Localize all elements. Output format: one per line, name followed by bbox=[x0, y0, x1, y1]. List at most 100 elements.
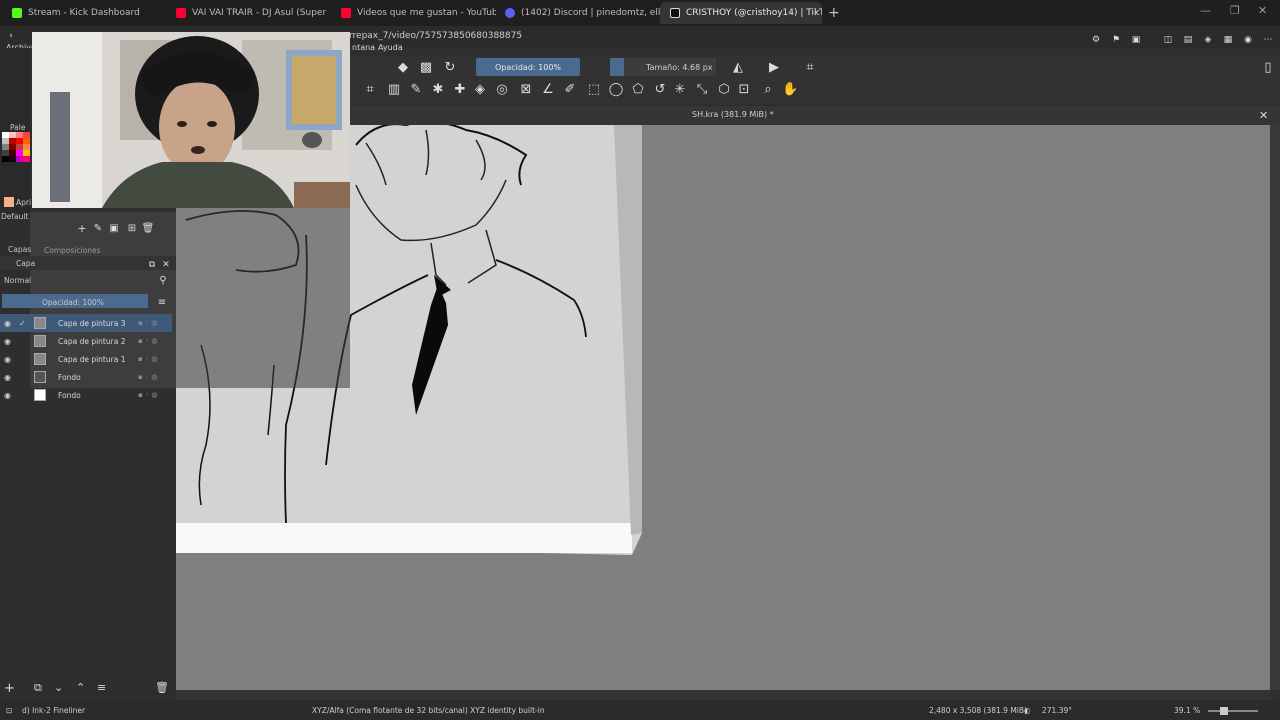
lock-icon[interactable]: ▪ ◦ ◍ bbox=[138, 355, 157, 363]
bucket-icon[interactable]: ◈ bbox=[472, 82, 488, 98]
crop-icon[interactable]: ⌗ bbox=[802, 60, 818, 76]
menu-ayuda[interactable]: Ayuda bbox=[378, 43, 403, 52]
layer-row[interactable]: ◉ Capa de pintura 1 ▪ ◦ ◍ bbox=[0, 350, 172, 368]
restore-button[interactable]: ❐ bbox=[1230, 4, 1240, 17]
eye-icon[interactable]: ◉ bbox=[4, 337, 14, 346]
blend-mode-select[interactable]: Normal bbox=[4, 276, 31, 285]
grid-icon[interactable]: ⊞ bbox=[124, 221, 140, 237]
delete-icon[interactable]: 🗑 bbox=[140, 221, 156, 237]
youtube-icon bbox=[341, 8, 351, 18]
eye-icon[interactable]: ◉ bbox=[4, 373, 14, 382]
add-layer-icon[interactable]: + bbox=[4, 681, 15, 696]
save-icon[interactable]: ▣ bbox=[106, 221, 122, 237]
layer-row[interactable]: ◉ ✓ Capa de pintura 3 ▪ ◦ ◍ bbox=[0, 314, 172, 332]
menu-ventana[interactable]: ntana bbox=[352, 43, 375, 52]
layer-name: Capa de pintura 2 bbox=[58, 336, 126, 346]
extension-icon[interactable]: ▣ bbox=[1128, 32, 1144, 48]
size-slider[interactable]: Tamaño: 4.68 px bbox=[610, 58, 716, 76]
rect-select-icon[interactable]: ⬚ bbox=[586, 82, 602, 98]
move-down-icon[interactable]: ⌄ bbox=[54, 681, 63, 694]
back-icon[interactable]: ‹ bbox=[6, 31, 16, 41]
smart-patch-icon[interactable]: ✱ bbox=[430, 82, 446, 98]
zoom-slider[interactable] bbox=[1208, 710, 1258, 712]
document-title[interactable]: SH.kra (381.9 MiB) * bbox=[692, 110, 774, 119]
assistant-icon[interactable]: ◎ bbox=[494, 82, 510, 98]
check-icon[interactable]: ✓ bbox=[19, 319, 29, 328]
mirror-vertical-icon[interactable]: ▶ bbox=[766, 60, 782, 76]
layer-row[interactable]: ◉ Fondo ▪ ◦ ◍ bbox=[0, 368, 172, 386]
layer-row[interactable]: ◉ Capa de pintura 2 ▪ ◦ ◍ bbox=[0, 332, 172, 350]
polygon-select-icon[interactable]: ⬠ bbox=[630, 82, 646, 98]
measure-icon[interactable]: ∠ bbox=[540, 82, 556, 98]
extension-icon[interactable]: ⚑ bbox=[1108, 32, 1124, 48]
browser-tab-bar: Stream - Kick Dashboard VAI VAI TRAIR - … bbox=[0, 0, 1280, 26]
perspective-icon[interactable]: ⊠ bbox=[518, 82, 534, 98]
lock-icon[interactable]: ▪ ◦ ◍ bbox=[138, 373, 157, 381]
vertical-scrollbar[interactable] bbox=[1270, 125, 1280, 690]
reload-preset-icon[interactable]: ↻ bbox=[442, 60, 458, 76]
address-bar-url[interactable]: rrepax_7/video/757573850680388875 bbox=[349, 31, 522, 41]
move-up-icon[interactable]: ⌃ bbox=[76, 681, 85, 694]
ellipse-select-icon[interactable]: ◯ bbox=[608, 82, 624, 98]
zoom-slider-handle[interactable] bbox=[1220, 707, 1228, 715]
freehand-select-icon[interactable]: ↺ bbox=[652, 82, 668, 98]
brush-name: d) Ink-2 Fineliner bbox=[22, 706, 86, 715]
new-tab-button[interactable]: + bbox=[828, 5, 840, 21]
layers-tab[interactable]: Capas bbox=[8, 245, 31, 254]
lock-icon[interactable]: ▪ ◦ ◍ bbox=[138, 391, 157, 399]
palette-preset[interactable]: Default bbox=[1, 212, 28, 221]
mirror-horizontal-icon[interactable]: ◭ bbox=[730, 60, 746, 76]
add-icon[interactable]: + bbox=[74, 221, 90, 237]
eye-icon[interactable]: ◉ bbox=[4, 355, 14, 364]
delete-layer-icon[interactable]: 🗑 bbox=[155, 681, 169, 694]
reference-icon[interactable]: ✐ bbox=[562, 82, 578, 98]
duplicate-layer-icon[interactable]: ⧉ bbox=[34, 681, 42, 695]
extension-icon[interactable]: ◈ bbox=[1200, 32, 1216, 48]
pan-icon[interactable]: ✋ bbox=[782, 82, 798, 98]
zoom-level: 39.1 % bbox=[1174, 706, 1201, 715]
color-picker-icon[interactable]: ✎ bbox=[408, 82, 424, 98]
close-window-button[interactable]: ✕ bbox=[1258, 4, 1267, 17]
edit-icon[interactable]: ✎ bbox=[90, 221, 106, 237]
eraser-icon[interactable]: ◆ bbox=[395, 60, 411, 76]
lock-icon[interactable]: ▪ ◦ ◍ bbox=[138, 319, 157, 327]
lock-icon[interactable]: ▪ ◦ ◍ bbox=[138, 337, 157, 345]
eye-icon[interactable]: ◉ bbox=[4, 391, 14, 400]
extension-icon[interactable]: ▤ bbox=[1180, 32, 1196, 48]
opacity-slider[interactable]: Opacidad: 100% bbox=[476, 58, 580, 76]
tab-youtube-liked[interactable]: Videos que me gustan - YouTube bbox=[331, 2, 496, 24]
dock-toggle-icon[interactable]: ▯ bbox=[1260, 60, 1276, 76]
eye-icon[interactable]: ◉ bbox=[4, 319, 14, 328]
zoom-icon[interactable]: ⌕ bbox=[760, 82, 776, 98]
magic-wand-icon[interactable]: ✳ bbox=[672, 82, 688, 98]
extension-icon[interactable]: ◉ bbox=[1240, 32, 1256, 48]
crop-tool-icon[interactable]: ⌗ bbox=[362, 82, 378, 98]
menu-icon[interactable]: ≡ bbox=[154, 295, 170, 311]
tab-youtube-music[interactable]: VAI VAI TRAIR - DJ Asul (Super bbox=[166, 2, 331, 24]
color-swatches[interactable] bbox=[2, 132, 30, 182]
preserve-alpha-icon[interactable]: ▩ bbox=[418, 60, 434, 76]
rotation-icon[interactable]: ◐ bbox=[1024, 706, 1031, 715]
extension-icon[interactable]: ⋯ bbox=[1260, 32, 1276, 48]
layer-row[interactable]: ◉ Fondo ▪ ◦ ◍ bbox=[0, 386, 172, 404]
fill-icon[interactable]: ✚ bbox=[452, 82, 468, 98]
extension-icon[interactable]: ◫ bbox=[1160, 32, 1176, 48]
tab-kick-dashboard[interactable]: Stream - Kick Dashboard bbox=[2, 2, 167, 24]
gradient-icon[interactable]: ▥ bbox=[386, 82, 402, 98]
close-document-icon[interactable]: ✕ bbox=[1259, 109, 1268, 122]
similar-select-icon[interactable]: ⤡ bbox=[694, 82, 710, 98]
minimize-button[interactable]: — bbox=[1200, 4, 1211, 17]
layer-properties-icon[interactable]: ≡ bbox=[97, 681, 106, 694]
horizontal-scrollbar[interactable] bbox=[176, 690, 1270, 700]
close-docker-icon[interactable]: ✕ bbox=[158, 257, 174, 273]
extension-icon[interactable]: ⚙ bbox=[1088, 32, 1104, 48]
bezier-select-icon[interactable]: ⬡ bbox=[716, 82, 732, 98]
brush-preset-icon[interactable]: ⊡ bbox=[6, 706, 20, 715]
apricot-swatch[interactable] bbox=[4, 197, 14, 207]
tab-discord[interactable]: (1402) Discord | pinedomtz, elkaneky bbox=[495, 2, 660, 24]
extension-icon[interactable]: ▦ bbox=[1220, 32, 1236, 48]
magnetic-select-icon[interactable]: ⊡ bbox=[736, 82, 752, 98]
filter-icon[interactable]: ⚲ bbox=[155, 273, 171, 289]
tab-tiktok[interactable]: CRISTHOY (@cristhoy14) | TikTok ✕ bbox=[660, 2, 822, 24]
tab-label: VAI VAI TRAIR - DJ Asul (Super bbox=[192, 8, 327, 18]
